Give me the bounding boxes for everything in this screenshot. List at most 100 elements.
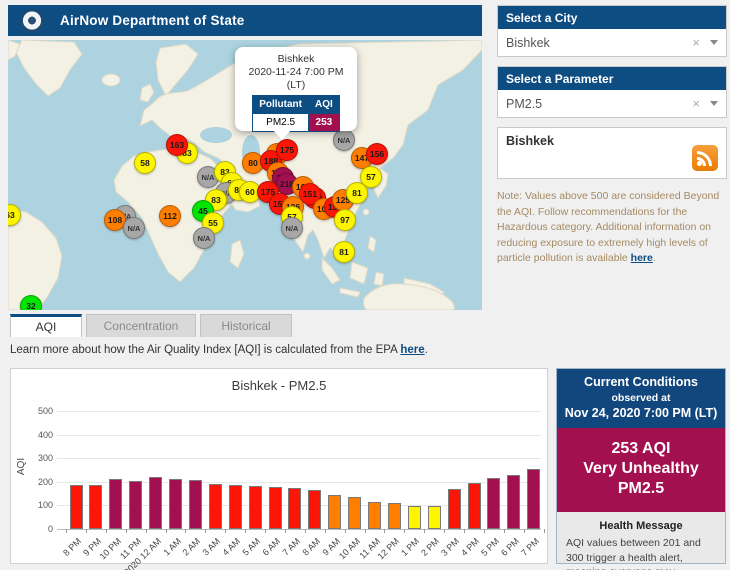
rss-icon[interactable] (692, 145, 718, 171)
chart-x-tick-mark (384, 529, 386, 533)
learn-more-text: Learn more about how the Air Quality Ind… (10, 344, 401, 356)
parameter-chevron-down-icon[interactable] (710, 101, 718, 106)
tab-concentration[interactable]: Concentration (86, 314, 196, 337)
chart-bar[interactable] (427, 506, 441, 529)
chart-bar[interactable] (527, 469, 541, 529)
current-aqi-category: Very Unhealthy (583, 460, 699, 477)
map-marker[interactable]: N/A (281, 217, 303, 239)
chart-bar[interactable] (69, 485, 83, 529)
chart-title: Bishkek - PM2.5 (231, 378, 327, 393)
chart-bar[interactable] (368, 502, 381, 529)
map-marker[interactable]: 163 (166, 134, 188, 156)
city-dropdown[interactable]: Bishkek × (498, 29, 726, 56)
map-marker[interactable]: 58 (134, 152, 156, 174)
tab-historical[interactable]: Historical (200, 314, 292, 337)
beyond-aqi-note: Note: Values above 500 are considered Be… (497, 189, 728, 267)
map-marker[interactable]: 81 (333, 241, 355, 263)
chart-bar[interactable] (89, 485, 103, 529)
chart-x-tick-mark (205, 529, 207, 533)
city-feed-box[interactable]: Bishkek (497, 127, 727, 179)
map-marker[interactable]: N/A (333, 129, 355, 151)
chart-bar[interactable] (507, 475, 521, 529)
map-marker[interactable]: 81 (346, 182, 368, 204)
popup-col-pollutant: Pollutant (252, 95, 309, 114)
chart-bar[interactable] (109, 478, 123, 529)
chart-bar[interactable] (129, 481, 143, 529)
chart-y-tick-label: 200 (37, 476, 53, 487)
chart-gridline (57, 434, 541, 436)
chart-y-tick-label: 400 (37, 429, 53, 440)
aqi-bar-chart: Bishkek - PM2.5 AQI 0 100 200 300 400 500 8 PM… (10, 368, 548, 570)
chart-x-tick-mark (424, 529, 426, 533)
chart-bar[interactable] (208, 483, 222, 529)
app-title: AirNow Department of State (60, 13, 245, 28)
current-aqi-box: 253 AQI Very Unhealthy PM2.5 (557, 428, 725, 512)
world-map[interactable]: 5883163N/A8361N/A8360834555N/A112N/A108N… (8, 40, 482, 310)
chart-x-tick-mark (145, 529, 147, 533)
map-marker[interactable]: 97 (334, 209, 356, 231)
chart-x-tick-mark (85, 529, 87, 533)
learn-more-suffix: . (424, 344, 428, 356)
chart-bar[interactable] (487, 478, 501, 529)
city-chevron-down-icon[interactable] (710, 40, 718, 45)
map-marker[interactable]: 156 (366, 143, 388, 165)
parameter-dropdown[interactable]: PM2.5 × (498, 90, 726, 117)
chart-x-tick-mark (185, 529, 187, 533)
city-clear-icon[interactable]: × (692, 35, 700, 50)
health-message-title: Health Message (599, 520, 683, 532)
map-marker[interactable]: 112 (159, 205, 181, 227)
chart-x-tick-mark (66, 529, 68, 533)
note-text: Note: Values above 500 are considered Be… (497, 190, 720, 264)
parameter-clear-icon[interactable]: × (692, 96, 700, 111)
note-here-link[interactable]: here (631, 252, 653, 264)
select-city-panel: Select a City Bishkek × (497, 5, 727, 57)
chart-bar[interactable] (447, 489, 461, 529)
chart-bar[interactable] (188, 480, 202, 529)
chart-x-tick-mark (364, 529, 366, 533)
airnow-page: AirNow Department of State 58 83 163 N/A… (0, 0, 730, 570)
observed-at-date: Nov 24, 2020 7:00 PM (LT) (564, 406, 718, 420)
chart-x-tick-mark (483, 529, 485, 533)
chart-bar[interactable] (268, 486, 282, 529)
chart-x-tick-mark (105, 529, 107, 533)
chart-bar[interactable] (328, 494, 342, 529)
chart-bar[interactable] (348, 496, 362, 529)
popup-col-aqi: AQI (308, 95, 340, 114)
chart-bar[interactable] (169, 479, 182, 529)
map-popup: Bishkek 2020-11-24 7:00 PM (LT) Pollutan… (235, 47, 357, 140)
chart-x-tick-mark (543, 529, 545, 533)
chart-y-tick-label: 500 (37, 406, 53, 416)
chart-x-tick-mark (284, 529, 286, 533)
map-marker[interactable]: N/A (123, 217, 145, 239)
popup-pointer (273, 130, 291, 140)
current-aqi-parameter: PM2.5 (617, 480, 665, 497)
chart-gridline (57, 411, 541, 412)
app-header: AirNow Department of State (8, 5, 482, 36)
chart-x-tick-mark (404, 529, 406, 533)
map-marker[interactable]: 32 (20, 295, 42, 310)
popup-table: Pollutant AQI PM2.5 253 (252, 95, 340, 132)
chart-x-tick-mark (503, 529, 505, 533)
popup-pollutant-value: PM2.5 (252, 113, 309, 132)
health-message-body: AQI values between 201 and 300 trigger a… (566, 537, 701, 570)
city-feed-name: Bishkek (506, 134, 554, 148)
chart-bar[interactable] (407, 506, 421, 529)
chart-x-axis (57, 529, 541, 530)
chart-x-tick-mark (245, 529, 247, 533)
chart-x-tick-mark (304, 529, 306, 533)
chart-bar[interactable] (228, 484, 242, 529)
tab-aqi[interactable]: AQI (10, 314, 82, 337)
observed-at-label: observed at (611, 392, 671, 404)
chart-x-tick-mark (344, 529, 346, 533)
map-marker[interactable]: 175 (276, 139, 298, 161)
chart-bar[interactable] (248, 485, 262, 529)
chart-bar[interactable] (149, 477, 163, 529)
learn-more-here-link[interactable]: here (400, 344, 424, 356)
chart-bar[interactable] (387, 502, 401, 529)
chart-bar[interactable] (308, 489, 322, 529)
chart-bar[interactable] (467, 482, 481, 529)
chart-bar[interactable] (288, 488, 302, 529)
note-suffix: . (652, 252, 656, 264)
map-marker[interactable]: N/A (193, 227, 215, 249)
chart-x-tick-mark (225, 529, 227, 533)
